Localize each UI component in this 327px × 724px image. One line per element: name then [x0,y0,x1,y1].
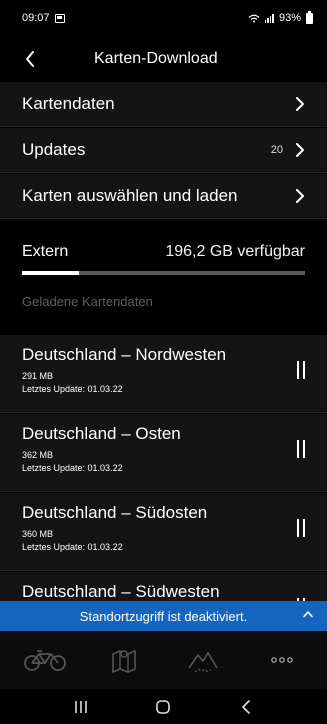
nav-tab-bike[interactable] [20,640,70,680]
menu-item-kartendaten[interactable]: Kartendaten [0,82,327,127]
menu-item-label: Karten auswählen und laden [22,186,238,205]
menu-item-updates[interactable]: Updates 20 [0,128,327,173]
signal-icon [264,13,274,23]
storage-usage-fill [22,271,79,275]
list-item[interactable]: Deutschland – Südosten 360 MB Letztes Up… [0,493,327,571]
list-item[interactable]: Deutschland – Nordwesten 291 MB Letztes … [0,335,327,413]
system-navigation-bar [0,689,327,724]
bottom-navigation [0,631,327,689]
menu-item-karten-auswaehlen[interactable]: Karten auswählen und laden [0,174,327,219]
recent-apps-button[interactable] [61,692,101,722]
menu-item-label: Updates [22,140,86,159]
nav-tab-more[interactable] [257,640,307,680]
storage-free: 196,2 GB verfügbar [165,243,305,260]
storage-name: Extern [22,243,69,260]
home-icon [156,699,171,714]
menu-item-label: Kartendaten [22,94,115,113]
map-size: 362 MB [22,450,54,460]
more-icon [270,657,293,663]
page-title: Karten-Download [94,50,218,67]
status-bar: 09:07 93% [0,0,327,36]
map-last-update: Letztes Update: 01.03.22 [22,463,123,473]
status-time: 09:07 [22,12,50,24]
map-last-update: Letztes Update: 01.03.22 [22,384,123,394]
calendar-icon [54,13,65,23]
pause-icon[interactable] [297,361,305,379]
updates-count-badge: 20 [270,144,283,156]
pause-icon[interactable] [297,440,305,458]
bike-icon [24,650,67,671]
chevron-up-icon[interactable] [303,610,313,618]
wifi-icon [248,14,260,22]
map-icon [112,650,136,673]
recent-apps-icon [75,700,87,713]
chevron-right-icon [296,97,304,111]
app-bar: Karten-Download [0,36,327,82]
back-arrow-icon [26,51,34,67]
mountain-icon [188,652,218,673]
back-button[interactable] [10,36,50,82]
storage-section: Extern 196,2 GB verfügbar [0,243,327,275]
map-name: Deutschland – Nordwesten [22,345,227,364]
map-size: 360 MB [22,529,54,539]
map-name: Deutschland – Südosten [22,503,208,522]
back-arrow-icon [242,699,250,714]
system-back-button[interactable] [226,692,266,722]
chevron-right-icon [296,189,304,203]
section-label-loaded-maps: Geladene Kartendaten [22,294,153,309]
nav-tab-tours[interactable] [178,640,228,680]
location-disabled-banner[interactable]: Standortzugriff ist deaktiviert. [0,601,327,631]
list-item[interactable]: Deutschland – Osten 362 MB Letztes Updat… [0,414,327,492]
battery-icon [306,10,313,24]
nav-tab-map[interactable] [99,640,149,680]
chevron-right-icon [296,143,304,157]
map-name: Deutschland – Osten [22,424,181,443]
pause-icon[interactable] [297,519,305,537]
home-button[interactable] [143,692,183,722]
map-name: Deutschland – Südwesten [22,582,220,601]
battery-percent: 93% [278,12,301,24]
map-last-update: Letztes Update: 01.03.22 [22,542,123,552]
banner-text: Standortzugriff ist deaktiviert. [79,608,248,624]
storage-usage-bar [22,271,305,275]
map-size: 291 MB [22,371,54,381]
